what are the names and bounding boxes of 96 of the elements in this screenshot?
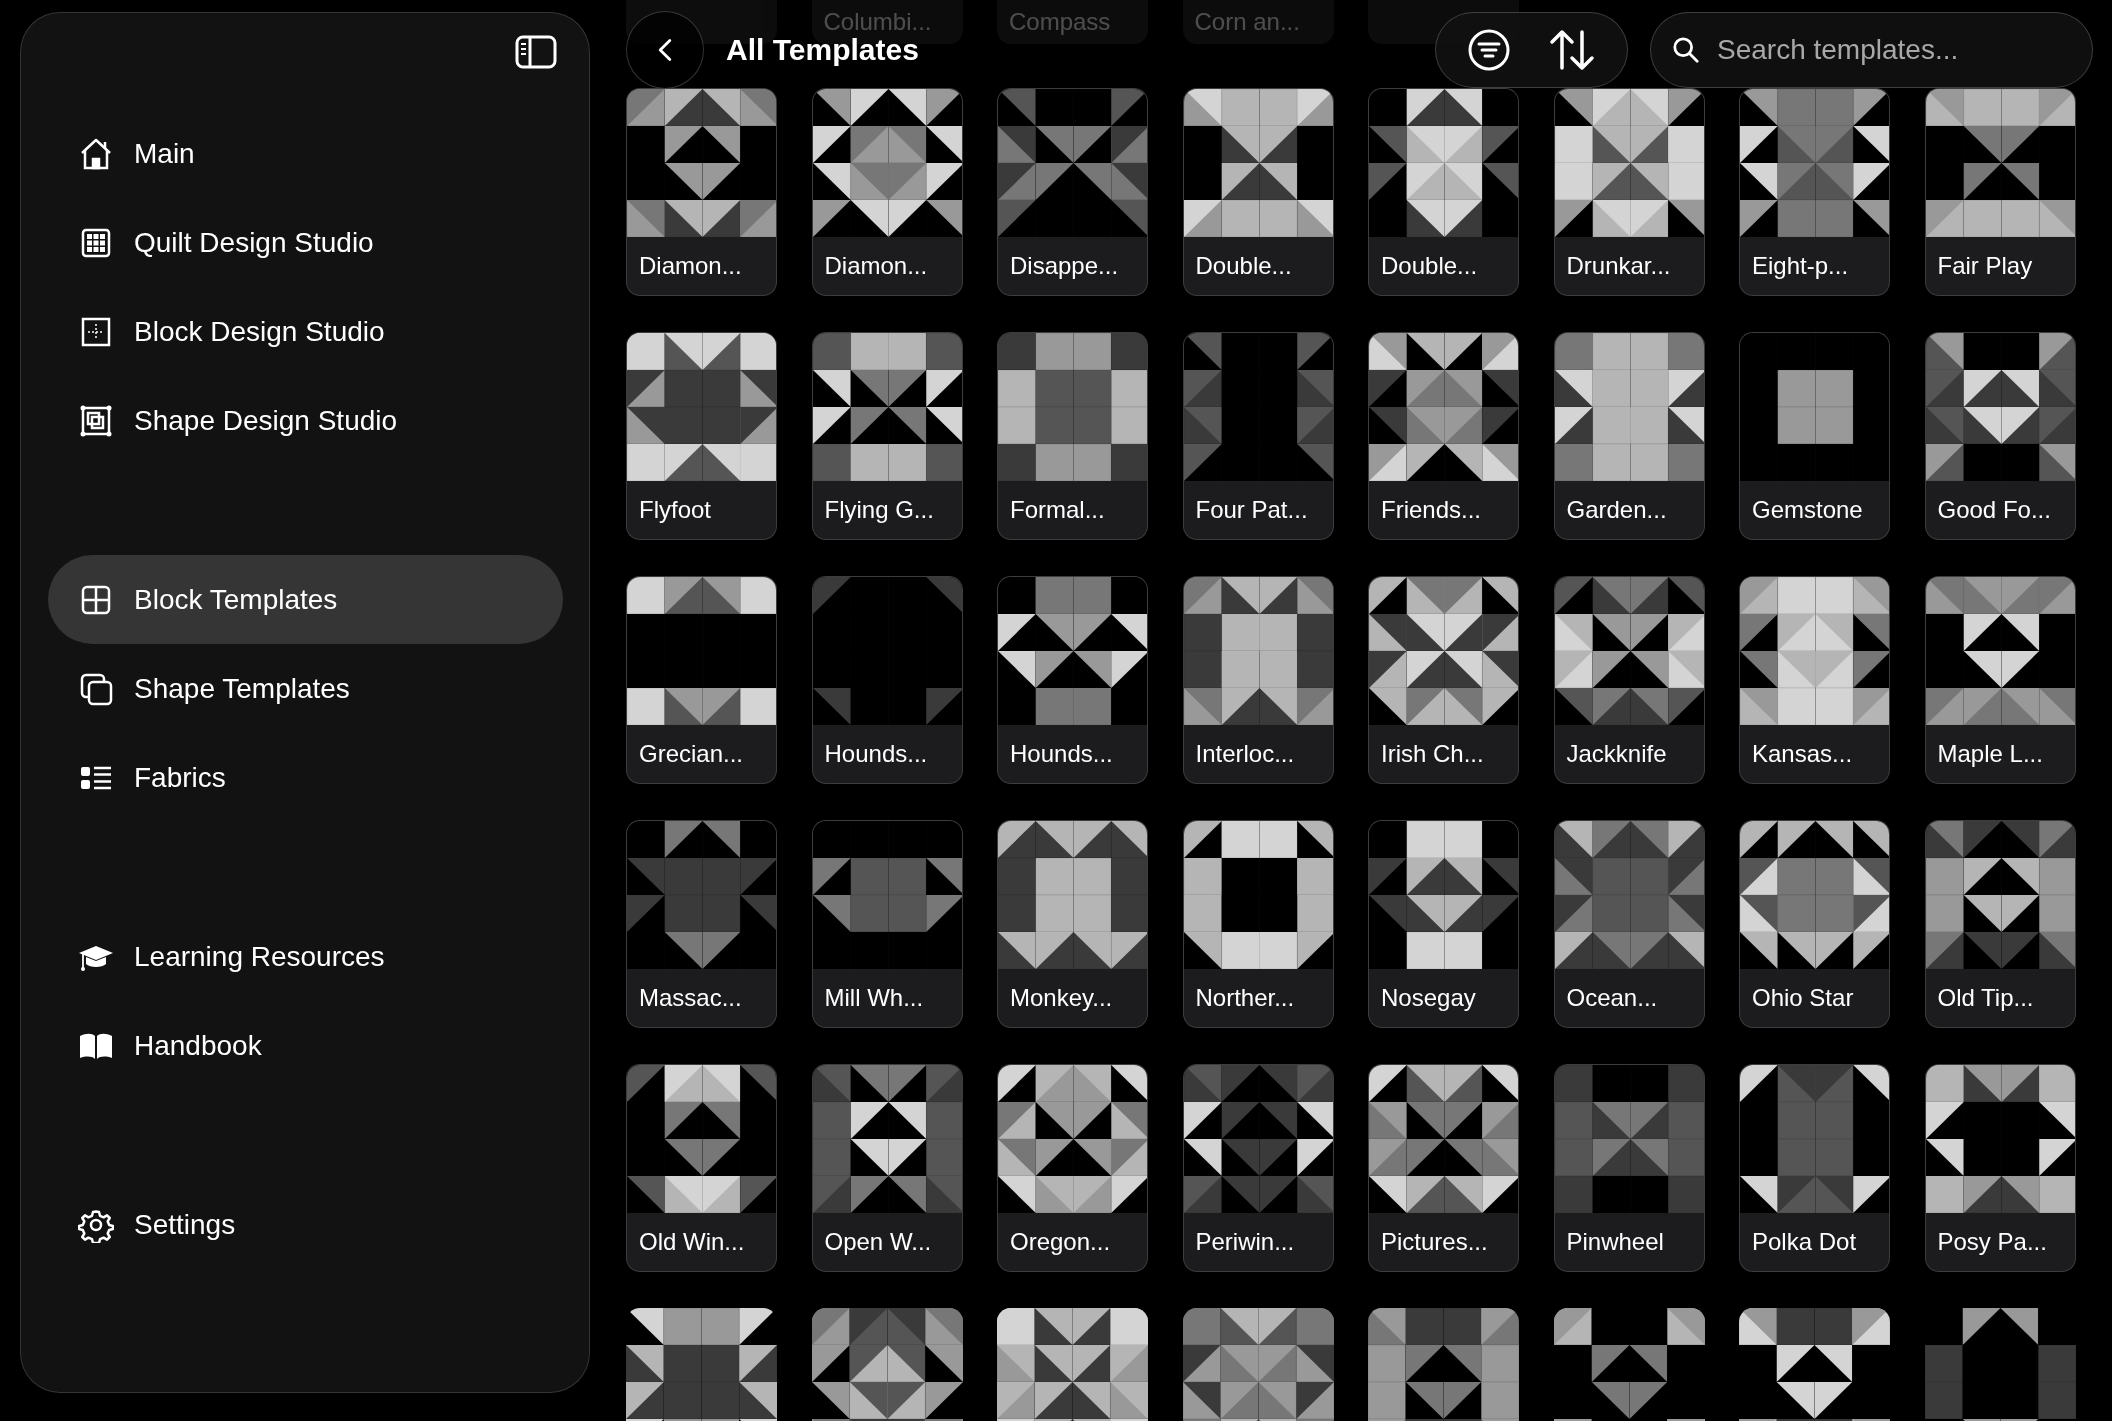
template-card[interactable]: Ohio Star: [1739, 820, 1890, 1028]
template-card[interactable]: Old Tip...: [1924, 820, 2076, 1028]
template-card[interactable]: Formal...: [997, 332, 1148, 540]
template-card[interactable]: Diamon...: [811, 88, 963, 296]
template-card[interactable]: Disappe...: [997, 88, 1148, 296]
template-card[interactable]: Garden...: [1553, 332, 1705, 540]
template-card[interactable]: Posy Pa...: [1924, 1064, 2076, 1272]
template-name: Pictures...: [1380, 1227, 1489, 1257]
template-card[interactable]: Periwin...: [1182, 1064, 1334, 1272]
template-card[interactable]: Hounds...: [811, 576, 963, 784]
template-card[interactable]: Irish Ch...: [1368, 576, 1519, 784]
template-card[interactable]: Drunkar...: [1553, 88, 1705, 296]
template-card[interactable]: Pinwheel: [1553, 1064, 1705, 1272]
sidebar-item[interactable]: Main: [48, 109, 563, 198]
sidebar-item[interactable]: Handbook: [48, 1001, 563, 1090]
template-card[interactable]: Old Win...: [626, 1064, 777, 1272]
template-name: Polka Dot: [1751, 1227, 1858, 1257]
template-name: Formal...: [1009, 495, 1106, 525]
template-name: Diamon...: [638, 251, 743, 281]
template-card[interactable]: Massac...: [626, 820, 777, 1028]
template-name: Ocean...: [1565, 983, 1659, 1013]
template-name: Gemstone: [1751, 495, 1864, 525]
template-name: Garden...: [1565, 495, 1668, 525]
template-card[interactable]: Four Pat...: [1182, 332, 1334, 540]
template-card[interactable]: Kansas...: [1739, 576, 1890, 784]
sidebar-item[interactable]: Block Templates: [48, 555, 563, 644]
template-card[interactable]: Double...: [1182, 88, 1334, 296]
sidebar-item[interactable]: Shape Design Studio: [48, 376, 563, 465]
template-name: Norther...: [1194, 983, 1296, 1013]
template-card[interactable]: Nosegay: [1368, 820, 1519, 1028]
template-name: Fair Play: [1936, 251, 2034, 281]
template-name: Mill Wh...: [823, 983, 925, 1013]
sidebar-item[interactable]: Learning Resources: [48, 912, 563, 1001]
template-name: Periwin...: [1194, 1227, 1296, 1257]
template-name: Oregon...: [1009, 1227, 1112, 1257]
template-card[interactable]: Diamon...: [626, 88, 777, 296]
template-card[interactable]: Fair Play: [1924, 88, 2076, 296]
template-card[interactable]: Gemstone: [1739, 332, 1890, 540]
filter-icon[interactable]: [1466, 28, 1511, 72]
template-name: Four Pat...: [1194, 495, 1309, 525]
template-name: Hounds...: [823, 739, 929, 769]
template-name: Flyfoot: [638, 495, 713, 525]
template-name: Posy Pa...: [1936, 1227, 2048, 1257]
template-card[interactable]: Friends...: [1368, 332, 1519, 540]
template-card[interactable]: Pictures...: [1368, 1064, 1519, 1272]
template-card[interactable]: Flying G...: [811, 332, 963, 540]
template-name: Double...: [1380, 251, 1479, 281]
template-card[interactable]: Norther...: [1182, 820, 1334, 1028]
sidebar-toggle-icon[interactable]: [515, 35, 557, 69]
template-name: Diamon...: [823, 251, 929, 281]
template-card[interactable]: Maple L...: [1924, 576, 2076, 784]
template-card[interactable]: Double...: [1368, 88, 1519, 296]
sort-icon[interactable]: [1548, 28, 1597, 72]
template-name: Old Win...: [638, 1227, 746, 1257]
template-name: Nosegay: [1380, 983, 1477, 1013]
search-field[interactable]: Search templates...: [1650, 12, 2093, 88]
sidebar-item[interactable]: Quilt Design Studio: [48, 198, 563, 287]
template-card[interactable]: Grecian...: [626, 576, 777, 784]
template-name: Ohio Star: [1751, 983, 1855, 1013]
template-card[interactable]: Open W...: [811, 1064, 963, 1272]
template-card[interactable]: Ocean...: [1553, 820, 1705, 1028]
template-card[interactable]: Interloc...: [1182, 576, 1334, 784]
template-name: Good Fo...: [1936, 495, 2052, 525]
template-name: Irish Ch...: [1380, 739, 1485, 769]
template-name: Hounds...: [1009, 739, 1114, 769]
template-card[interactable]: Jackknife: [1553, 576, 1705, 784]
template-name: Drunkar...: [1565, 251, 1672, 281]
template-name: Monkey...: [1009, 983, 1114, 1013]
search-icon: [1672, 36, 1700, 64]
template-name: Interloc...: [1194, 739, 1296, 769]
back-icon: [657, 37, 673, 63]
template-name: Friends...: [1380, 495, 1483, 525]
template-name: Open W...: [823, 1227, 933, 1257]
template-name: Maple L...: [1936, 739, 2044, 769]
template-card[interactable]: Oregon...: [997, 1064, 1148, 1272]
sidebar-item[interactable]: Shape Templates: [48, 644, 563, 733]
template-card[interactable]: Good Fo...: [1924, 332, 2076, 540]
template-name: Double...: [1194, 251, 1293, 281]
template-card[interactable]: Monkey...: [997, 820, 1148, 1028]
sidebar-item[interactable]: Block Design Studio: [48, 287, 563, 376]
template-card[interactable]: Mill Wh...: [811, 820, 963, 1028]
template-name: Massac...: [638, 983, 743, 1013]
template-name: Kansas...: [1751, 739, 1854, 769]
template-name: Old Tip...: [1936, 983, 2035, 1013]
template-name: Flying G...: [823, 495, 935, 525]
template-name: Jackknife: [1565, 739, 1668, 769]
template-name: Pinwheel: [1565, 1227, 1665, 1257]
template-name: Disappe...: [1009, 251, 1120, 281]
template-card[interactable]: Flyfoot: [626, 332, 777, 540]
template-card[interactable]: Polka Dot: [1739, 1064, 1890, 1272]
template-card[interactable]: Eight-p...: [1739, 88, 1890, 296]
template-name: Eight-p...: [1751, 251, 1850, 281]
sidebar-item[interactable]: Fabrics: [48, 733, 563, 822]
template-name: Grecian...: [638, 739, 745, 769]
template-card[interactable]: Hounds...: [997, 576, 1148, 784]
sidebar-item[interactable]: Settings: [48, 1180, 563, 1269]
